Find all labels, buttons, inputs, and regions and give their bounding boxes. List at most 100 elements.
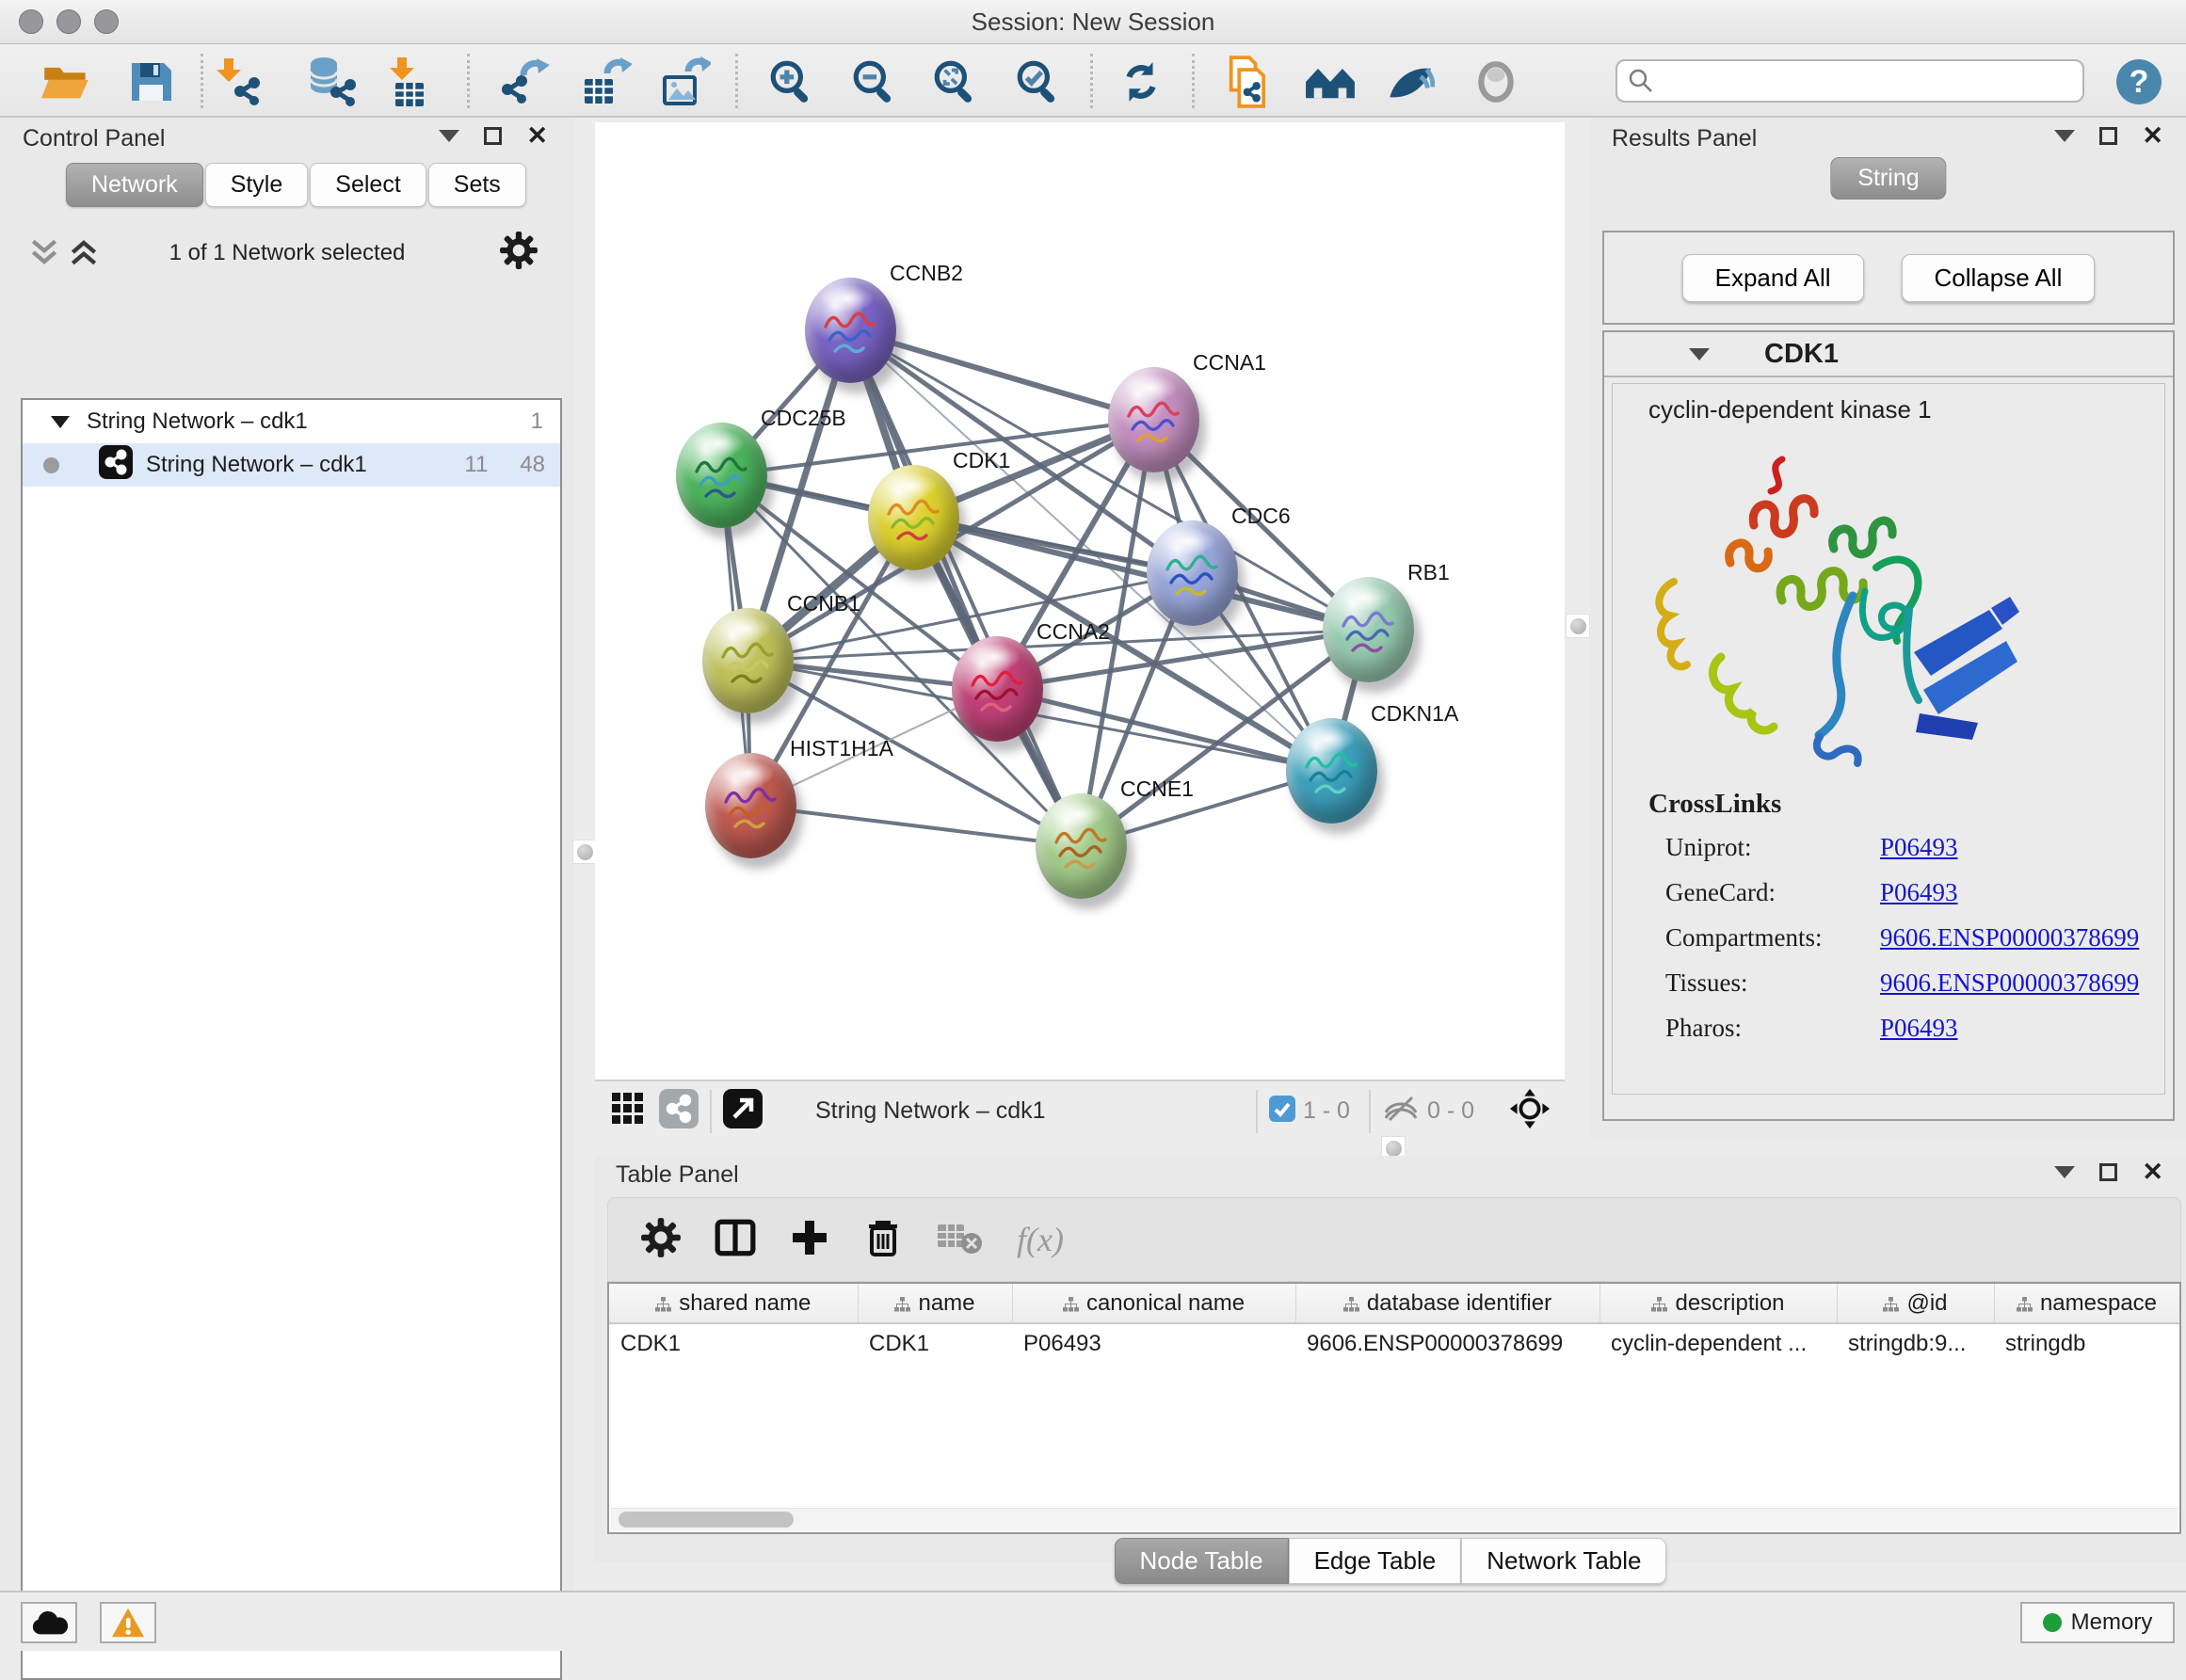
table-panel-menu-icon[interactable] <box>2054 1166 2075 1178</box>
hidden-eye-icon[interactable] <box>1382 1094 1420 1128</box>
zoom-fit-icon[interactable] <box>928 56 981 108</box>
right-splitter-handle[interactable] <box>1566 614 1590 638</box>
delete-column-icon[interactable] <box>862 1215 904 1265</box>
control-panel-menu-icon[interactable] <box>439 130 459 142</box>
results-panel-menu-icon[interactable] <box>2054 130 2075 142</box>
memory-button[interactable]: Memory <box>2020 1602 2175 1643</box>
network-node-hist1h1a[interactable] <box>705 753 796 858</box>
network-options-gear-icon[interactable] <box>499 231 538 275</box>
crosslink-link[interactable]: 9606.ENSP00000378699 <box>1880 968 2139 998</box>
export-table-icon[interactable] <box>580 56 633 108</box>
network-canvas[interactable]: CCNB2CCNA1CDC25BCDK1CDC6RB1CCNB1CCNA2CDK… <box>595 122 1565 1080</box>
table-cell[interactable]: CDK1 <box>858 1323 1012 1363</box>
birdseye-navigator-icon[interactable] <box>1508 1087 1551 1135</box>
network-node-cdk1[interactable] <box>868 465 959 570</box>
copy-style-icon[interactable] <box>1222 56 1275 108</box>
import-table-icon[interactable] <box>381 56 434 108</box>
gene-expander-icon[interactable] <box>1689 348 1710 360</box>
network-row[interactable]: String Network – cdk1 11 48 <box>23 443 560 487</box>
table-cell[interactable]: cyclin-dependent ... <box>1599 1323 1837 1363</box>
expand-all-button[interactable]: Expand All <box>1682 254 1864 302</box>
tab-network-table[interactable]: Network Table <box>1461 1538 1666 1584</box>
hide-graphics-icon[interactable] <box>1384 56 1437 108</box>
column-header-shared-name[interactable]: shared name <box>609 1284 858 1323</box>
tab-edge-table[interactable]: Edge Table <box>1289 1538 1462 1584</box>
column-header-description[interactable]: description <box>1599 1284 1837 1323</box>
zoom-selected-icon[interactable] <box>1011 56 1064 108</box>
table-panel-close-icon[interactable]: ✕ <box>2142 1163 2163 1181</box>
crosslink-link[interactable]: 9606.ENSP00000378699 <box>1880 923 2139 952</box>
help-icon[interactable]: ? <box>2113 56 2165 108</box>
network-node-ccnb1[interactable] <box>702 608 794 713</box>
network-node-cdc6[interactable] <box>1147 520 1238 626</box>
table-row[interactable]: CDK1CDK1P064939606.ENSP00000378699cyclin… <box>609 1323 2179 1363</box>
show-graphics-icon[interactable] <box>1470 56 1522 108</box>
graphics-details-icon[interactable] <box>1304 56 1357 108</box>
table-cell[interactable]: 9606.ENSP00000378699 <box>1295 1323 1599 1363</box>
table-panel-float-icon[interactable] <box>2099 1163 2117 1181</box>
zoom-out-icon[interactable] <box>847 56 900 108</box>
tab-sets[interactable]: Sets <box>428 163 526 207</box>
horizontal-splitter[interactable] <box>595 1141 2186 1156</box>
detach-view-icon[interactable] <box>723 1089 763 1133</box>
control-panel-float-icon[interactable] <box>484 127 502 145</box>
tab-string[interactable]: String <box>1830 157 1946 200</box>
network-node-ccna2[interactable] <box>952 636 1043 742</box>
column-header-database-identifier[interactable]: database identifier <box>1295 1284 1599 1323</box>
zoom-in-icon[interactable] <box>764 56 817 108</box>
delete-table-icon[interactable] <box>936 1219 985 1261</box>
table-gear-icon[interactable] <box>640 1217 682 1263</box>
crosslink-link[interactable]: P06493 <box>1880 1014 1958 1043</box>
collapse-all-button[interactable]: Collapse All <box>1902 254 2096 302</box>
save-session-icon[interactable] <box>124 56 177 108</box>
refresh-icon[interactable] <box>1115 56 1167 108</box>
import-network-database-icon[interactable] <box>304 56 357 108</box>
import-network-file-icon[interactable] <box>212 56 265 108</box>
tab-style[interactable]: Style <box>205 163 309 207</box>
network-node-ccna1[interactable] <box>1108 367 1199 472</box>
export-image-icon[interactable] <box>659 56 712 108</box>
network-node-cdc25b[interactable] <box>676 423 767 528</box>
search-input[interactable] <box>1655 68 2060 94</box>
column-header-canonical-name[interactable]: canonical name <box>1012 1284 1295 1323</box>
column-header-name[interactable]: name <box>858 1284 1012 1323</box>
table-panel-title: Table Panel <box>616 1161 739 1189</box>
add-column-icon[interactable] <box>789 1217 830 1263</box>
table-cell[interactable]: CDK1 <box>609 1323 858 1363</box>
network-collection-row[interactable]: String Network – cdk1 1 <box>23 400 560 443</box>
crosslink-link[interactable]: P06493 <box>1880 878 1958 907</box>
open-session-icon[interactable] <box>40 56 92 108</box>
export-network-icon[interactable] <box>498 56 551 108</box>
status-bar: Memory <box>0 1591 2186 1651</box>
network-node-ccne1[interactable] <box>1036 793 1127 899</box>
table-cell[interactable]: stringdb:9... <box>1837 1323 1994 1363</box>
column-header-namespace[interactable]: namespace <box>1994 1284 2179 1323</box>
network-node-cdkn1a[interactable] <box>1286 718 1377 824</box>
collection-expander-icon[interactable] <box>51 416 70 428</box>
cloud-status-button[interactable] <box>21 1602 77 1643</box>
gene-section-header[interactable]: CDK1 <box>1604 332 2173 377</box>
network-node-ccnb2[interactable] <box>805 278 896 383</box>
left-splitter-handle[interactable] <box>572 840 597 864</box>
table-cell[interactable]: stringdb <box>1994 1323 2179 1363</box>
selected-checkbox-icon[interactable] <box>1269 1096 1295 1127</box>
tab-network[interactable]: Network <box>66 163 203 207</box>
results-panel-close-icon[interactable]: ✕ <box>2142 127 2163 145</box>
tab-node-table[interactable]: Node Table <box>1115 1538 1289 1584</box>
grid-view-icon[interactable] <box>610 1091 646 1131</box>
network-node-rb1[interactable] <box>1323 577 1414 682</box>
tab-select[interactable]: Select <box>310 163 426 207</box>
results-panel-float-icon[interactable] <box>2099 127 2117 145</box>
network-view-mode-icon[interactable] <box>659 1089 699 1133</box>
crosslink-link[interactable]: P06493 <box>1880 833 1958 862</box>
left-splitter[interactable] <box>574 118 595 1591</box>
table-hscrollbar[interactable] <box>611 1508 2178 1530</box>
function-builder-icon[interactable]: f(x) <box>1017 1220 1064 1259</box>
show-columns-icon[interactable] <box>714 1216 757 1264</box>
table-cell[interactable]: P06493 <box>1012 1323 1295 1363</box>
table-hscrollbar-thumb[interactable] <box>619 1512 794 1528</box>
control-panel-close-icon[interactable]: ✕ <box>526 127 548 145</box>
column-header--id[interactable]: @id <box>1837 1284 1994 1323</box>
right-splitter[interactable] <box>1565 118 1591 1141</box>
warnings-button[interactable] <box>100 1602 156 1643</box>
